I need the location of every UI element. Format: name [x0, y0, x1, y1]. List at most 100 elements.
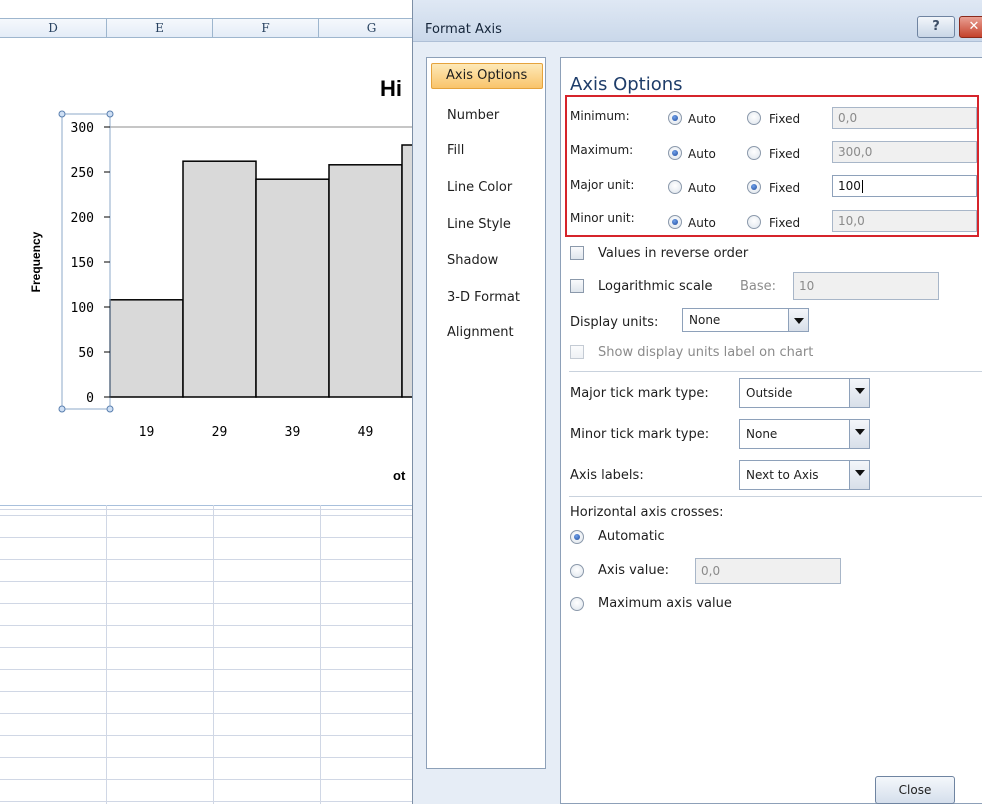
histogram-bar: [328, 164, 403, 398]
chart-title: Hi: [380, 76, 402, 101]
axis-options-panel: Axis Options Minimum: Auto Fixed 0,0 Max…: [560, 57, 982, 804]
minor-unit-label: Minor unit:: [570, 211, 635, 225]
cross-axis-value-label[interactable]: Axis value:: [598, 563, 669, 578]
selection-handle: [106, 405, 114, 413]
maximum-value-field[interactable]: 300,0: [832, 141, 977, 163]
major-tick-select[interactable]: Outside: [739, 378, 870, 408]
nav-item-axis-options[interactable]: Axis Options: [431, 63, 543, 89]
maximum-label: Maximum:: [570, 143, 634, 157]
y-tick-label: 150: [71, 256, 94, 271]
major-unit-auto-label[interactable]: Auto: [688, 181, 716, 195]
reverse-order-label[interactable]: Values in reverse order: [598, 246, 748, 261]
panel-title: Axis Options: [570, 74, 683, 95]
y-tick-label: 200: [71, 211, 94, 226]
cross-max-radio[interactable]: [570, 597, 584, 611]
major-unit-label: Major unit:: [570, 178, 635, 192]
minor-unit-fixed-label[interactable]: Fixed: [769, 216, 800, 230]
nav-item-alignment[interactable]: Alignment: [431, 320, 543, 346]
minimum-fixed-label[interactable]: Fixed: [769, 112, 800, 126]
cross-automatic-label[interactable]: Automatic: [598, 529, 665, 544]
display-units-select[interactable]: None: [682, 308, 809, 332]
base-label: Base:: [740, 279, 777, 294]
y-tick-label: 50: [78, 346, 94, 361]
column-header-f[interactable]: F: [213, 19, 319, 37]
nav-item-number[interactable]: Number: [431, 103, 543, 129]
close-x-icon[interactable]: ✕: [959, 16, 982, 38]
nav-item-fill[interactable]: Fill: [431, 138, 543, 164]
dialog-titlebar[interactable]: Format Axis ? ✕: [413, 0, 982, 42]
major-unit-value-text: 100: [838, 179, 861, 193]
reverse-order-checkbox[interactable]: [570, 246, 584, 260]
cross-automatic-radio[interactable]: [570, 530, 584, 544]
close-button[interactable]: Close: [875, 776, 955, 804]
axis-labels-label: Axis labels:: [570, 468, 644, 483]
y-axis-title: Frequency: [29, 231, 43, 292]
major-unit-fixed-radio[interactable]: [747, 180, 761, 194]
cross-max-label[interactable]: Maximum axis value: [598, 596, 732, 611]
chevron-down-icon[interactable]: [849, 461, 869, 489]
log-scale-checkbox[interactable]: [570, 279, 584, 293]
minimum-label: Minimum:: [570, 109, 630, 123]
text-cursor: [861, 180, 863, 193]
minor-unit-auto-label[interactable]: Auto: [688, 216, 716, 230]
column-header-e[interactable]: E: [107, 19, 213, 37]
spreadsheet-area: D E F G 0 50 100 150 200 250 300 19 29 39 49 Freque…: [0, 0, 420, 804]
chevron-down-icon[interactable]: [849, 379, 869, 407]
axis-labels-value: Next to Axis: [746, 468, 819, 482]
histogram-bar: [182, 160, 257, 398]
x-tick-label: 49: [358, 425, 374, 440]
chevron-down-icon[interactable]: [849, 420, 869, 448]
cell-grid: [0, 505, 420, 804]
log-scale-label[interactable]: Logarithmic scale: [598, 279, 713, 294]
crosses-heading: Horizontal axis crosses:: [570, 505, 724, 520]
nav-item-shadow[interactable]: Shadow: [431, 248, 543, 274]
histogram-bar: [109, 299, 184, 398]
divider: [569, 496, 982, 497]
minor-tick-label: Minor tick mark type:: [570, 427, 710, 442]
major-unit-fixed-label[interactable]: Fixed: [769, 181, 800, 195]
selection-handle: [58, 405, 66, 413]
maximum-auto-label[interactable]: Auto: [688, 147, 716, 161]
minor-unit-fixed-radio[interactable]: [747, 215, 761, 229]
major-unit-value-field[interactable]: 100: [832, 175, 977, 197]
axis-labels-select[interactable]: Next to Axis: [739, 460, 870, 490]
column-header-g[interactable]: G: [319, 19, 420, 37]
display-units-label: Display units:: [570, 315, 659, 330]
minor-unit-value-field[interactable]: 10,0: [832, 210, 977, 232]
y-tick-label: 100: [71, 301, 94, 316]
major-tick-label: Major tick mark type:: [570, 386, 709, 401]
maximum-auto-radio[interactable]: [668, 146, 682, 160]
help-button[interactable]: ?: [917, 16, 955, 38]
cross-axis-value-field[interactable]: 0,0: [695, 558, 841, 584]
y-tick-label: 250: [71, 166, 94, 181]
minimum-auto-radio[interactable]: [668, 111, 682, 125]
y-tick-label: 0: [86, 391, 94, 406]
minimum-fixed-radio[interactable]: [747, 111, 761, 125]
chevron-down-icon[interactable]: [788, 309, 808, 331]
format-axis-dialog: Format Axis ? ✕ Axis Options Number Fill…: [412, 0, 982, 804]
column-headers: D E F G: [0, 18, 420, 38]
minor-unit-auto-radio[interactable]: [668, 215, 682, 229]
base-value-field[interactable]: 10: [793, 272, 939, 300]
minimum-auto-label[interactable]: Auto: [688, 112, 716, 126]
maximum-fixed-label[interactable]: Fixed: [769, 147, 800, 161]
divider: [569, 371, 982, 372]
nav-item-line-style[interactable]: Line Style: [431, 212, 543, 238]
show-units-label-text: Show display units label on chart: [598, 345, 814, 360]
histogram-chart[interactable]: 0 50 100 150 200 250 300 19 29 39 49 Frequency Hi ot: [0, 40, 420, 500]
x-tick-label: 39: [285, 425, 301, 440]
cross-axis-value-radio[interactable]: [570, 564, 584, 578]
show-units-label-checkbox[interactable]: [570, 345, 584, 359]
histogram-bar: [255, 178, 330, 398]
selection-handle: [58, 110, 66, 118]
x-tick-label: 29: [212, 425, 228, 440]
maximum-fixed-radio[interactable]: [747, 146, 761, 160]
major-unit-auto-radio[interactable]: [668, 180, 682, 194]
nav-item-line-color[interactable]: Line Color: [431, 175, 543, 201]
minimum-value-field[interactable]: 0,0: [832, 107, 977, 129]
nav-item-3d-format[interactable]: 3-D Format: [431, 285, 543, 311]
category-nav: Axis Options Number Fill Line Color Line…: [426, 57, 546, 769]
minor-tick-select[interactable]: None: [739, 419, 870, 449]
column-header-d[interactable]: D: [0, 19, 107, 37]
display-units-value: None: [689, 313, 721, 327]
